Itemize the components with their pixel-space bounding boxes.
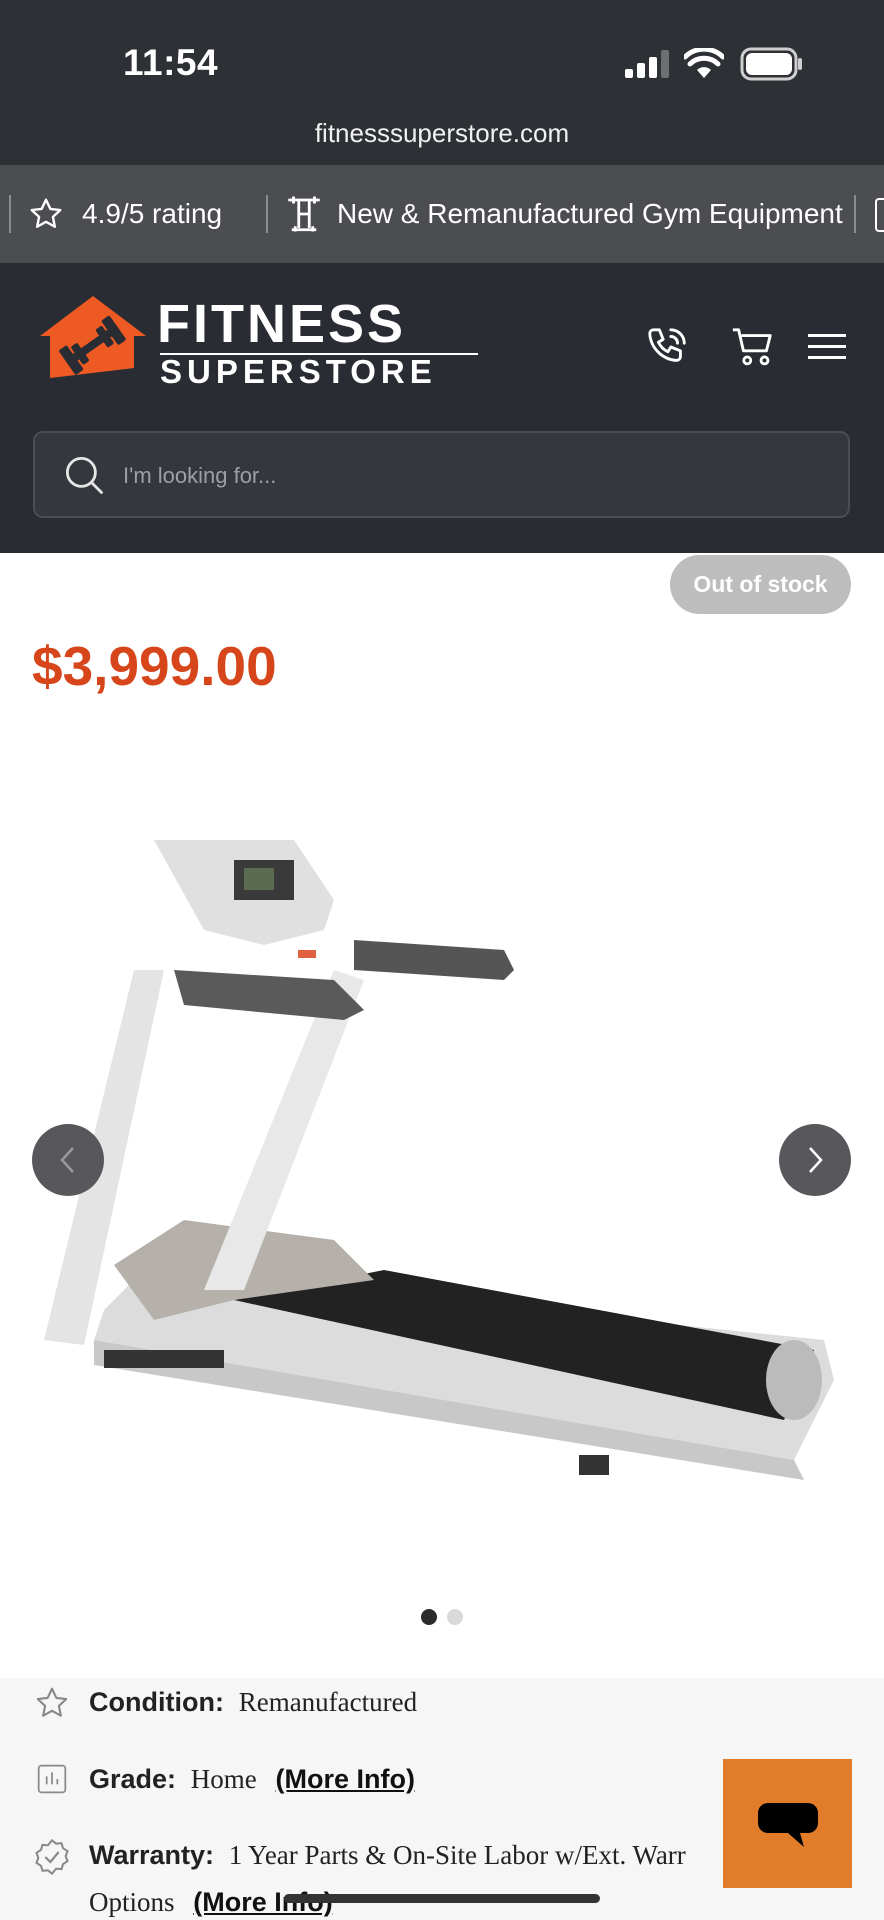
menu-icon[interactable] <box>808 332 846 362</box>
status-time: 11:54 <box>123 42 219 83</box>
spec-grade-value: Home <box>190 1764 257 1794</box>
spec-warranty-label: Warranty: <box>89 1840 215 1870</box>
promo-item-rating: 4.9/5 rating <box>28 165 222 263</box>
spec-condition: Condition: Remanufactured <box>89 1687 417 1718</box>
battery-icon <box>740 47 802 81</box>
stock-badge: Out of stock <box>670 555 851 614</box>
product-image-treadmill[interactable] <box>34 820 854 1500</box>
wifi-icon <box>684 48 724 78</box>
dumbbell-rack-icon <box>288 196 320 232</box>
grade-more-info-link[interactable]: (More Info) <box>276 1764 415 1794</box>
logo-text-superstore: SUPERSTORE <box>160 353 437 390</box>
logo-text-fitness: FITNESS <box>157 294 407 354</box>
promo-next-icon <box>875 198 884 232</box>
carousel-next-button[interactable] <box>779 1124 851 1196</box>
logo-house-icon[interactable] <box>40 296 146 378</box>
phone-icon[interactable] <box>644 324 690 370</box>
promo-item-equipment: New & Remanufactured Gym Equipment <box>283 165 843 263</box>
chevron-right-icon <box>809 1147 823 1173</box>
product-price: $3,999.00 <box>32 635 277 697</box>
home-indicator[interactable] <box>284 1894 600 1903</box>
promo-divider <box>854 195 856 233</box>
chevron-left-icon <box>60 1147 74 1173</box>
promo-rating-label: 4.9/5 rating <box>82 198 223 229</box>
cart-icon[interactable] <box>729 324 777 370</box>
address-bar-url[interactable]: fitnesssuperstore.com <box>0 118 884 149</box>
promo-strip: 4.9/5 rating New & Remanufactured Gym Eq… <box>0 165 884 263</box>
warranty-badge-icon <box>35 1838 69 1876</box>
spec-condition-value: Remanufactured <box>238 1687 418 1717</box>
spec-grade: Grade: Home (More Info) <box>89 1764 415 1795</box>
spec-warranty-options: Options <box>89 1887 175 1917</box>
promo-equipment-label: New & Remanufactured Gym Equipment <box>337 198 843 229</box>
spec-warranty: Warranty: 1 Year Parts & On-Site Labor w… <box>89 1840 729 1871</box>
search-input[interactable] <box>121 433 825 518</box>
spec-warranty-value: 1 Year Parts & On-Site Labor w/Ext. Warr <box>228 1840 686 1870</box>
search-bar[interactable] <box>33 431 850 518</box>
grade-chart-icon <box>37 1764 67 1794</box>
chat-button[interactable] <box>723 1759 852 1888</box>
signal-icon <box>625 50 669 78</box>
search-icon[interactable] <box>63 454 105 496</box>
star-outline-icon <box>36 1687 68 1717</box>
promo-divider <box>9 195 11 233</box>
promo-divider <box>266 195 268 233</box>
carousel-dot[interactable] <box>447 1609 463 1625</box>
spec-condition-label: Condition: <box>89 1687 224 1717</box>
chat-bubble-icon <box>758 1803 818 1847</box>
carousel-dot-active[interactable] <box>421 1609 437 1625</box>
carousel-prev-button[interactable] <box>32 1124 104 1196</box>
spec-grade-label: Grade: <box>89 1764 177 1794</box>
star-outline-icon <box>30 198 62 228</box>
